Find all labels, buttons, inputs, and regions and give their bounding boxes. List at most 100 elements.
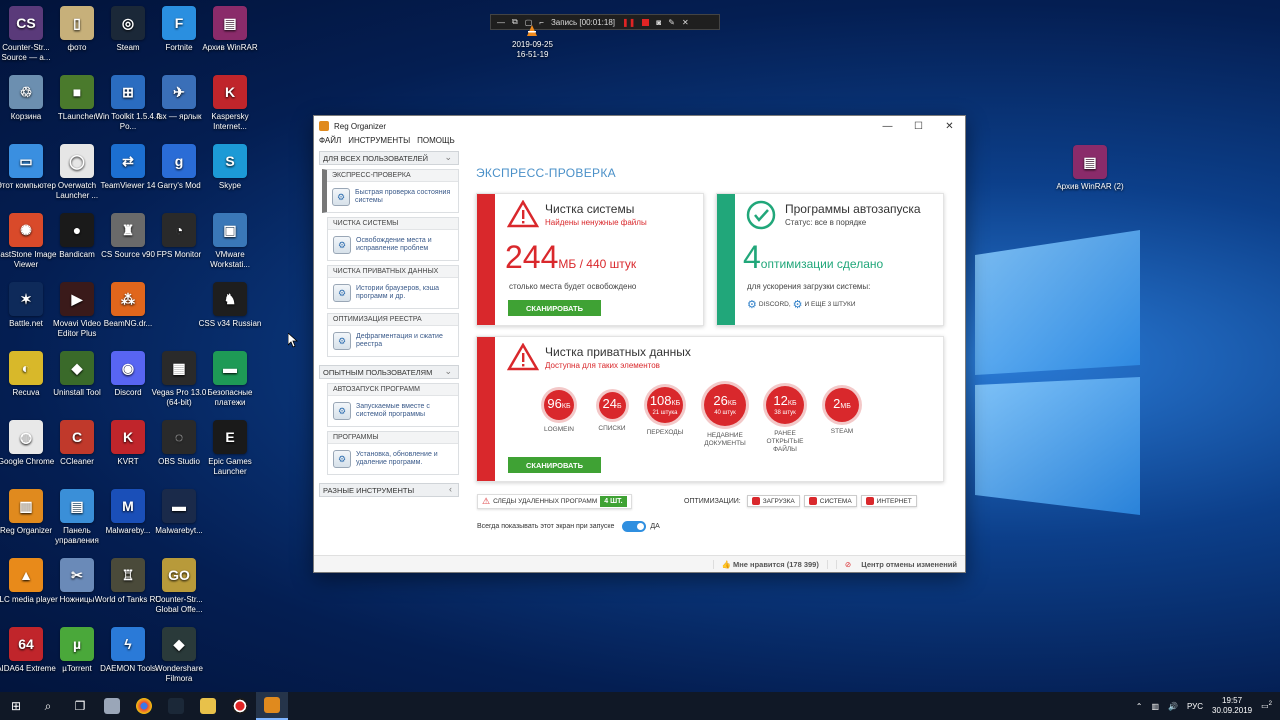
taskbar-app-explorer[interactable]	[192, 692, 224, 720]
sidebar-item[interactable]: ⚙ Запускаемые вместе с системой программы	[328, 396, 458, 426]
clock[interactable]: 19:57 30.09.2019	[1212, 696, 1252, 716]
sidebar-section[interactable]: ЧИСТКА ПРИВАТНЫХ ДАННЫХ ⚙ Истории браузеро…	[327, 265, 459, 309]
desktop-icon[interactable]: K Kaspersky Internet...	[195, 75, 265, 132]
task-view-icon[interactable]: ❐	[64, 692, 96, 720]
pencil-icon[interactable]: ✎	[668, 18, 675, 27]
desktop-icon[interactable]: ▤ Архив WinRAR	[195, 6, 265, 53]
sidebar-group-misc-tools[interactable]: РАЗНЫЕ ИНСТРУМЕНТЫ ‹	[319, 483, 459, 497]
start-button[interactable]: ⊞	[0, 692, 32, 720]
tool-icon: ⚙	[333, 450, 351, 468]
reg-organizer-icon	[319, 121, 329, 131]
sidebar-section[interactable]: АВТОЗАПУСК ПРОГРАММ ⚙ Запускаемые вместе с…	[327, 383, 459, 427]
clock-time: 19:57	[1222, 696, 1243, 705]
sidebar-section[interactable]: ЧИСТКА СИСТЕМЫ ⚙ Освобождение места и испр…	[327, 217, 459, 261]
desktop-icon[interactable]: ◆ Wondershare Filmora	[144, 627, 214, 684]
sidebar-section[interactable]: ЭКСПРЕСС-ПРОВЕРКА ⚙ Быстрая проверка состо…	[322, 169, 459, 213]
chevron-up-icon[interactable]: ⌃	[1136, 702, 1143, 711]
vlc-cone-icon	[527, 25, 537, 36]
desktop-icon[interactable]: GO Counter-Str... Global Offe...	[144, 558, 214, 615]
app-icon: ◆	[60, 351, 94, 385]
sidebar-item[interactable]: ⚙ Дефрагментация и сжатие реестра	[328, 326, 458, 356]
autorun-more-label[interactable]: И ЕЩЕ 3 ШТУКИ	[805, 301, 856, 308]
menu-file[interactable]: ФАЙЛ	[319, 136, 341, 150]
private-item-bubble[interactable]: 24Б	[598, 391, 626, 419]
sidebar-section[interactable]: ОПТИМИЗАЦИЯ РЕЕСТРА ⚙ Дефрагментация и сжа…	[327, 313, 459, 357]
taskbar-app-steam[interactable]	[160, 692, 192, 720]
desktop-icon[interactable]: E Epic Games Launcher	[195, 420, 265, 477]
card-title: Чистка системы	[545, 202, 635, 216]
menu-tools[interactable]: ИНСТРУМЕНТЫ	[348, 136, 410, 150]
app-icon: ▣	[213, 213, 247, 247]
desktop-icon[interactable]: ⁂ BeamNG.dr...	[93, 282, 163, 329]
close-icon[interactable]: ✕	[682, 18, 689, 27]
sidebar-item[interactable]: ⚙ Установка, обновление и удаление програ…	[328, 444, 458, 474]
desktop-icon[interactable]: ▬ Malwarebyt...	[144, 489, 214, 536]
sidebar-item[interactable]: ⚙ Быстрая проверка состояния системы	[327, 182, 458, 212]
minimize-icon[interactable]: —	[497, 18, 505, 27]
app-icon: ϟ	[111, 627, 145, 661]
private-item-bubble[interactable]: 108КБ 21 штука	[647, 387, 683, 423]
chip-label: ИНТЕРНЕТ	[876, 497, 912, 505]
app-icon: CS	[9, 6, 43, 40]
window-icon[interactable]: ⧉	[512, 17, 518, 27]
minimize-button[interactable]: —	[872, 121, 903, 132]
app-icon: ▭	[9, 144, 43, 178]
volume-icon[interactable]: 🔊	[1168, 702, 1178, 711]
menu-help[interactable]: ПОМОЩЬ	[417, 136, 455, 150]
traces-strip[interactable]: ⚠ СЛЕДЫ УДАЛЕННЫХ ПРОГРАММ 4 ШТ.	[477, 494, 632, 509]
tool-icon: ⚙	[333, 284, 351, 302]
card-stripe	[717, 194, 735, 325]
desktop-icon[interactable]: ▬ Безопасные платежи	[195, 351, 265, 408]
app-icon: ▲	[9, 558, 43, 592]
maximize-button[interactable]: ☐	[903, 121, 934, 132]
camera-icon[interactable]: ◙	[656, 18, 661, 27]
scan-system-button[interactable]: СКАНИРОВАТЬ	[508, 300, 601, 316]
app-icon: ◐	[9, 351, 43, 385]
private-item-bubble[interactable]: 96КБ	[544, 390, 574, 420]
private-item-bubble[interactable]: 12КБ 38 штук	[766, 386, 804, 424]
autorun-card: Программы автозапуска Статус: все в поря…	[716, 193, 944, 326]
desktop-icon[interactable]: S Skype	[195, 144, 265, 191]
desktop-icon[interactable]: ♞ CSS v34 Russian	[195, 282, 265, 329]
taskbar-app-chrome[interactable]	[128, 692, 160, 720]
optimizations-number: 4	[743, 239, 761, 275]
language-indicator[interactable]: РУС	[1187, 702, 1203, 711]
network-icon[interactable]: ▥	[1151, 702, 1159, 711]
notification-count: 2	[1268, 701, 1272, 708]
search-icon[interactable]: ⌕	[32, 692, 64, 720]
taskbar: ⊞ ⌕ ❐ ⌃ ▥ 🔊 РУС 19:57 30.09.2019 ▭2	[0, 692, 1280, 720]
bubble-label: СПИСКИ	[598, 424, 626, 432]
sidebar-section-title: АВТОЗАПУСК ПРОГРАММ	[328, 384, 458, 396]
likes-link[interactable]: 👍 Мне нравится (178 399)	[712, 559, 827, 569]
sidebar-section[interactable]: ПРОГРАММЫ ⚙ Установка, обновление и удален…	[327, 431, 459, 475]
sidebar-group-all-users[interactable]: ДЛЯ ВСЕХ ПОЛЬЗОВАТЕЛЕЙ ⌄	[319, 151, 459, 165]
sidebar-item[interactable]: ⚙ Истории браузеров, кэша программ и др.	[328, 278, 458, 308]
taskbar-app-reg-organizer[interactable]	[256, 692, 288, 720]
card-stripe	[477, 337, 495, 481]
optimization-system-chip[interactable]: СИСТЕМА	[803, 495, 857, 507]
sidebar-item-label: Истории браузеров, кэша программ и др.	[356, 285, 440, 300]
scan-private-button[interactable]: СКАНИРОВАТЬ	[508, 457, 601, 473]
sidebar-group-experienced[interactable]: ОПЫТНЫМ ПОЛЬЗОВАТЕЛЯМ ⌄	[319, 365, 459, 379]
notification-icon[interactable]: ▭2	[1261, 701, 1272, 711]
gear-icon: ⚙	[792, 299, 803, 311]
stop-icon[interactable]	[642, 18, 650, 26]
taskbar-app-bandicam[interactable]	[224, 692, 256, 720]
pause-icon[interactable]: ❚❚	[622, 18, 635, 27]
desktop-icon[interactable]: ▣ VMware Workstati...	[195, 213, 265, 270]
bubble-number: 26	[713, 392, 728, 408]
region-icon[interactable]: ⌐	[539, 18, 544, 27]
undo-center-link[interactable]: ⊘ Центр отмены изменений	[826, 559, 965, 569]
desktop-icon-winrar-2[interactable]: ▤ Архив WinRAR (2)	[1055, 145, 1125, 192]
private-item-bubble[interactable]: 26КБ 40 штук	[704, 384, 746, 426]
taskbar-app-tool[interactable]	[96, 692, 128, 720]
optimization-boot-chip[interactable]: ЗАГРУЗКА	[746, 495, 800, 507]
optimization-internet-chip[interactable]: ИНТЕРНЕТ	[860, 495, 917, 507]
bubble-number: 24	[602, 396, 617, 411]
private-item-bubble[interactable]: 2МБ	[825, 388, 859, 422]
close-button[interactable]: ✕	[934, 121, 965, 132]
app-icon: ⁂	[111, 282, 145, 316]
sidebar-item[interactable]: ⚙ Освобождение места и исправление пробле…	[328, 230, 458, 260]
bubble-number: 12	[773, 392, 788, 408]
always-show-toggle[interactable]	[622, 521, 647, 532]
